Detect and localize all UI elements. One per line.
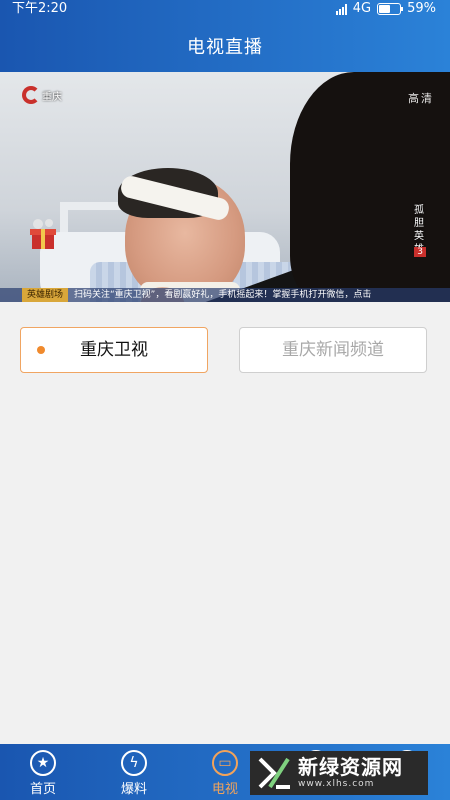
channel-logo-text: 重庆 [42,91,62,103]
video-player[interactable]: 重庆 高清 孤胆英雄 3 英雄剧场扫码关注“重庆卫视”，看剧赢好礼，手机摇起来！… [0,72,450,302]
tab-report[interactable]: ϟ 爆料 [104,750,164,797]
quality-label: 高清 [408,92,434,105]
selected-dot-icon [37,346,45,354]
watermark-text: 新绿资源网 www.xlhs.com [298,756,403,790]
news-ticker: 英雄剧场 扫码关注“重庆卫视”，看剧赢好礼，手机摇起来！掌握手机打开微信，点击 [0,288,450,302]
channel-label: 重庆卫视 [80,340,148,360]
channel-button-cq-news[interactable]: 重庆新闻频道 [239,327,427,373]
episode-badge: 3 [414,247,426,257]
tab-label: 首页 [29,782,56,797]
app-header: 下午2:20 4G 59% 电视直播 [0,0,450,72]
gift-icon[interactable] [28,217,58,251]
lightning-icon: ϟ [121,750,147,776]
battery-icon [377,3,404,15]
tab-tv[interactable]: ▭ 电视 [195,750,255,797]
signal-icon [335,3,347,15]
tab-label: 电视 [211,782,238,797]
watermark-main: 新绿资源网 [298,755,403,779]
ticker-text: 扫码关注“重庆卫视”，看剧赢好礼，手机摇起来！掌握手机打开微信，点击 [74,290,372,300]
channel-label: 重庆新闻频道 [282,340,384,360]
tv-icon: ▭ [212,750,238,776]
channel-logo: 重庆 [22,86,62,104]
tab-label: 爆料 [120,782,147,797]
status-time: 下午2:20 [12,1,68,16]
network-type: 4G [352,1,372,16]
channel-logo-icon [22,86,40,104]
ticker-tag: 英雄剧场 [22,288,69,302]
video-scene-figure [290,72,450,302]
tab-home[interactable]: ★ 首页 [13,750,73,797]
battery-percent: 59% [407,1,436,16]
status-indicators: 4G 59% [335,0,436,18]
channel-button-cqtv[interactable]: 重庆卫视 [20,327,208,373]
star-icon: ★ [30,750,56,776]
status-bar: 下午2:20 4G 59% [0,0,450,18]
page-title: 电视直播 [187,37,263,58]
watermark-logo-icon [258,757,290,789]
watermark: 新绿资源网 www.xlhs.com [250,751,428,795]
watermark-sub: www.xlhs.com [298,779,375,789]
